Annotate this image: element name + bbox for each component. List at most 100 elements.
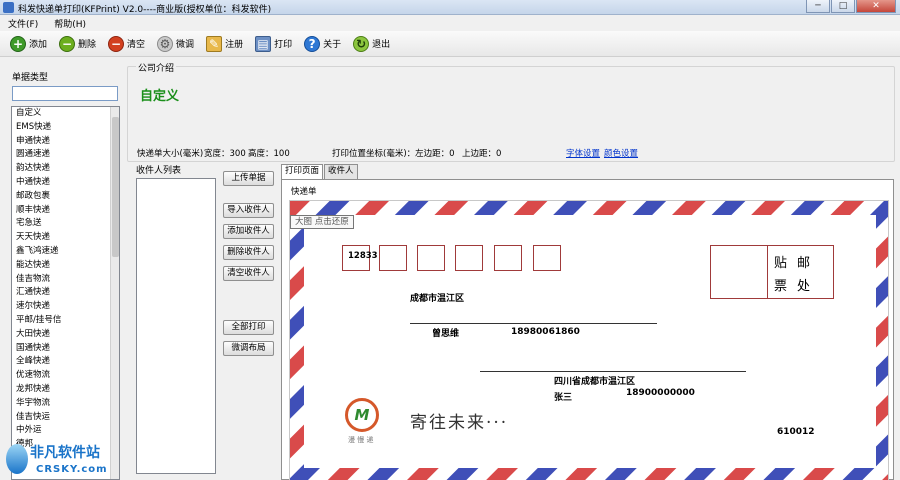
tune-label: 微调 [176, 40, 195, 50]
recipient-list[interactable] [136, 178, 216, 474]
brand-logo: M [345, 398, 379, 432]
doc-type-item[interactable]: 鑫飞鸿速递 [12, 245, 119, 259]
doc-type-item[interactable]: 申通快递 [12, 135, 119, 149]
width-value: 宽度：300 [204, 149, 246, 159]
sender-underline [410, 323, 657, 324]
doc-type-item[interactable]: 速尔快递 [12, 300, 119, 314]
doc-type-item[interactable]: 汇通快递 [12, 286, 119, 300]
about-button[interactable]: ? 关于 [302, 33, 343, 55]
menu-bar: 文件(F) 帮助(H) [0, 15, 900, 31]
slogan-text: 寄往未来··· [410, 413, 509, 433]
zip-box-6 [533, 245, 561, 271]
doc-type-item[interactable]: 顺丰快递 [12, 204, 119, 218]
add-recipient-button[interactable]: 添加收件人 [223, 224, 274, 239]
print-button[interactable]: ▤ 打印 [253, 33, 294, 55]
doc-type-item[interactable]: 自定义 [12, 107, 119, 121]
title-bar: 科发快递单打印(KFPrint) V2.0----商业版(授权单位：科发软件) … [0, 0, 900, 15]
upload-doc-button[interactable]: 上传单据 [223, 171, 274, 186]
exit-button[interactable]: ↻ 退出 [351, 33, 392, 55]
watermark-logo-icon [6, 444, 28, 474]
clear-icon: − [108, 35, 125, 52]
doc-type-item[interactable]: 全峰快递 [12, 355, 119, 369]
register-label: 注册 [225, 40, 244, 50]
doc-type-item[interactable]: EMS快递 [12, 121, 119, 135]
doc-type-item[interactable]: 中外运 [12, 424, 119, 438]
minimize-button[interactable]: ─ [806, 0, 830, 13]
delete-label: 删除 [78, 40, 97, 50]
brand-logo-subtitle: 漫 慢 递 [348, 436, 374, 444]
airmail-border [290, 201, 888, 480]
offset-left-value: 打印位置坐标(毫米)：左边距：0 [332, 149, 455, 159]
doc-type-panel: 单据类型 自定义 EMS快递 申通快递 圆通速递 韵达快递 中通快递 邮政包裹 顺丰快递 宅急送… [8, 66, 120, 480]
recipient-group: 收件人列表 [134, 161, 220, 479]
printer-icon: ▤ [255, 35, 272, 52]
tune-layout-button[interactable]: 微调布局 [223, 341, 274, 356]
clear-button[interactable]: − 清空 [106, 33, 147, 55]
delete-recipient-button[interactable]: 删除收件人 [223, 245, 274, 260]
doc-type-item[interactable]: 佳吉快运 [12, 411, 119, 425]
doc-type-item[interactable]: 邮政包裹 [12, 190, 119, 204]
exit-label: 退出 [372, 40, 391, 50]
offset-top-value: 上边距：0 [462, 149, 502, 159]
size-label: 快递单大小(毫米) [137, 149, 204, 159]
delete-button[interactable]: − 删除 [57, 33, 98, 55]
doc-type-scrollbar[interactable] [110, 107, 119, 479]
doc-type-item[interactable]: 能达快递 [12, 259, 119, 273]
key-icon: ✎ [206, 35, 223, 52]
doc-type-item[interactable]: 平邮/挂号信 [12, 314, 119, 328]
color-settings-link[interactable]: 颜色设置 [604, 147, 638, 159]
doc-type-item[interactable]: 华宇物流 [12, 397, 119, 411]
watermark-title: 非凡软件站 [30, 445, 100, 461]
menu-file[interactable]: 文件(F) [0, 15, 46, 31]
doc-type-item[interactable]: 国通快递 [12, 342, 119, 356]
menu-help[interactable]: 帮助(H) [46, 15, 94, 31]
doc-type-item[interactable]: 大田快递 [12, 328, 119, 342]
app-icon [3, 2, 14, 13]
waybill-canvas[interactable]: 大图 点击还原 12833 贴邮 票处 成都市温江区 曾思维 189800618… [289, 200, 889, 480]
sender-phone: 18980061860 [511, 327, 580, 337]
receiver-phone: 18900000000 [626, 388, 695, 398]
waybill-group-label: 快递单 [291, 187, 317, 197]
doc-type-item[interactable]: 佳吉物流 [12, 273, 119, 287]
preview-tabs: 打印页面 收件人 [281, 164, 359, 180]
height-value: 高度：100 [248, 149, 290, 159]
zip-box-5 [494, 245, 522, 271]
tab-recipient[interactable]: 收件人 [324, 164, 358, 179]
company-info-label: 公司介绍 [136, 61, 177, 74]
stamp-divider [767, 246, 768, 298]
doc-type-item[interactable]: 天天快递 [12, 231, 119, 245]
add-label: 添加 [29, 40, 48, 50]
toolbar: + 添加 − 删除 − 清空 ⚙ 微调 ✎ 注册 ▤ 打印 ? 关于 ↻ 退出 [0, 31, 900, 57]
clear-recipient-button[interactable]: 清空收件人 [223, 266, 274, 281]
stamp-box: 贴邮 票处 [710, 245, 834, 299]
register-button[interactable]: ✎ 注册 [204, 33, 245, 55]
about-label: 关于 [323, 40, 342, 50]
tune-button[interactable]: ⚙ 微调 [155, 33, 196, 55]
site-watermark: 非凡软件站 CRSKY.com [2, 440, 120, 480]
tab-print-page[interactable]: 打印页面 [281, 164, 324, 180]
scrollbar-thumb[interactable] [112, 117, 119, 257]
add-button[interactable]: + 添加 [8, 33, 49, 55]
doc-type-item[interactable]: 宅急送 [12, 217, 119, 231]
doc-type-item[interactable]: 圆通速递 [12, 148, 119, 162]
maximize-button[interactable]: □ [831, 0, 855, 13]
doc-type-item[interactable]: 中通快递 [12, 176, 119, 190]
help-icon: ? [304, 35, 321, 52]
doc-type-item[interactable]: 韵达快递 [12, 162, 119, 176]
print-page-panel: 快递单 大图 点击还原 12833 贴邮 票处 成都市温江区 曾思维 18980… [281, 179, 894, 480]
doc-type-item[interactable]: 龙邦快递 [12, 383, 119, 397]
window-title: 科发快递单打印(KFPrint) V2.0----商业版(授权单位：科发软件) [18, 5, 272, 15]
doc-type-search-input[interactable] [12, 86, 118, 101]
company-info-group: 公司介绍 自定义 快递单大小(毫米) 宽度：300 高度：100 打印位置坐标(… [127, 61, 895, 162]
doc-type-label: 单据类型 [12, 73, 49, 83]
font-settings-link[interactable]: 字体设置 [566, 147, 600, 159]
print-all-button[interactable]: 全部打印 [223, 320, 274, 335]
doc-type-item[interactable]: 优速物流 [12, 369, 119, 383]
zip-box-3 [417, 245, 445, 271]
import-recipient-button[interactable]: 导入收件人 [223, 203, 274, 218]
close-button[interactable]: ✕ [856, 0, 896, 13]
doc-type-list[interactable]: 自定义 EMS快递 申通快递 圆通速递 韵达快递 中通快递 邮政包裹 顺丰快递 宅急送 天天快递鑫… [11, 106, 120, 480]
plus-icon: + [10, 35, 26, 52]
receiver-zip: 610012 [777, 427, 815, 437]
receiver-name: 张三 [554, 393, 573, 403]
